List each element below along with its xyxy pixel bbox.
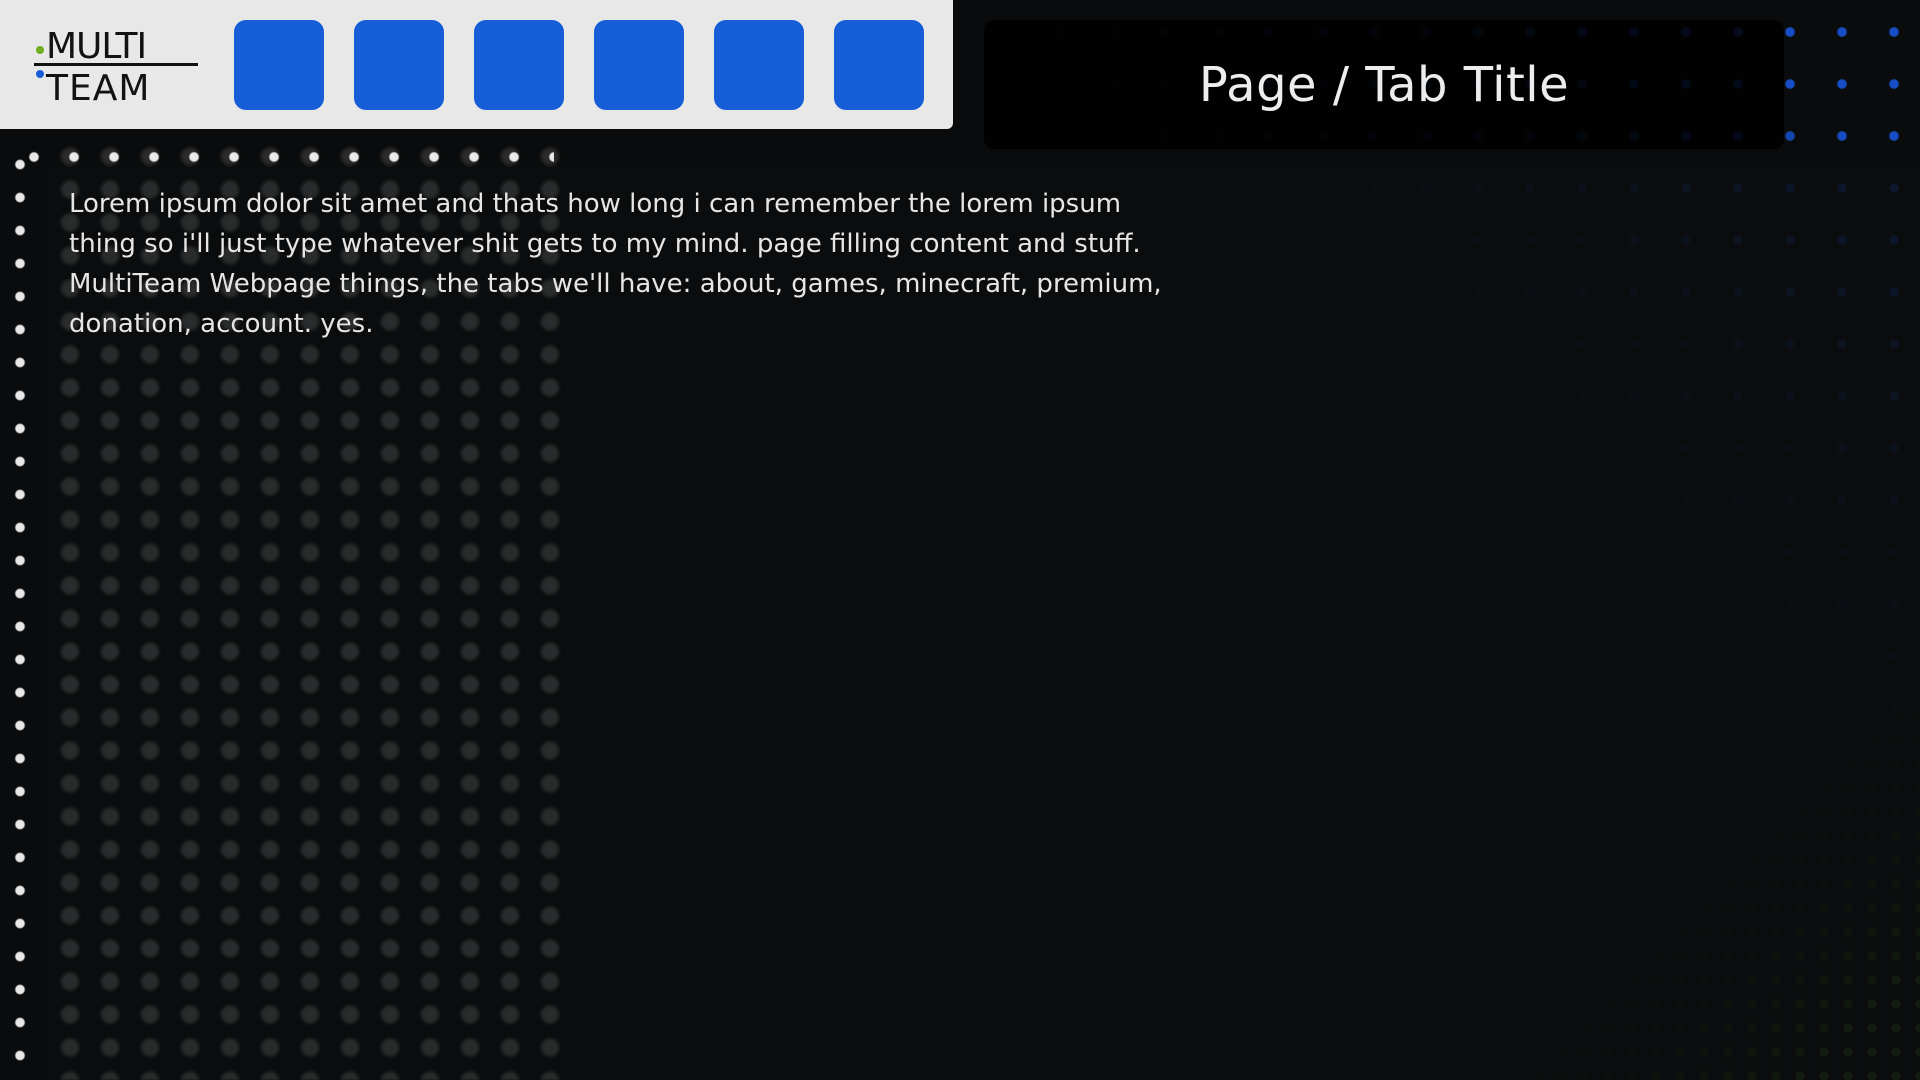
logo-line1: MULTI	[46, 26, 146, 67]
white-dot-row	[14, 150, 554, 164]
nav-bar: MULTI TEAM	[0, 0, 953, 129]
nav-button-3[interactable]	[474, 20, 564, 110]
nav-button-6[interactable]	[834, 20, 924, 110]
white-dot-column	[14, 148, 26, 1080]
nav-button-5[interactable]	[714, 20, 804, 110]
nav-button-4[interactable]	[594, 20, 684, 110]
nav-button-2[interactable]	[354, 20, 444, 110]
multiteam-logo[interactable]: MULTI TEAM	[30, 22, 202, 106]
page-title: Page / Tab Title	[1198, 56, 1570, 113]
body-text: Lorem ipsum dolor sit amet and thats how…	[69, 189, 1162, 339]
logo-line2: TEAM	[45, 68, 150, 106]
nav-button-1[interactable]	[234, 20, 324, 110]
page: MULTI TEAM Page / Tab Title Lorem ipsum …	[0, 0, 1920, 1080]
page-title-box: Page / Tab Title	[984, 20, 1784, 149]
